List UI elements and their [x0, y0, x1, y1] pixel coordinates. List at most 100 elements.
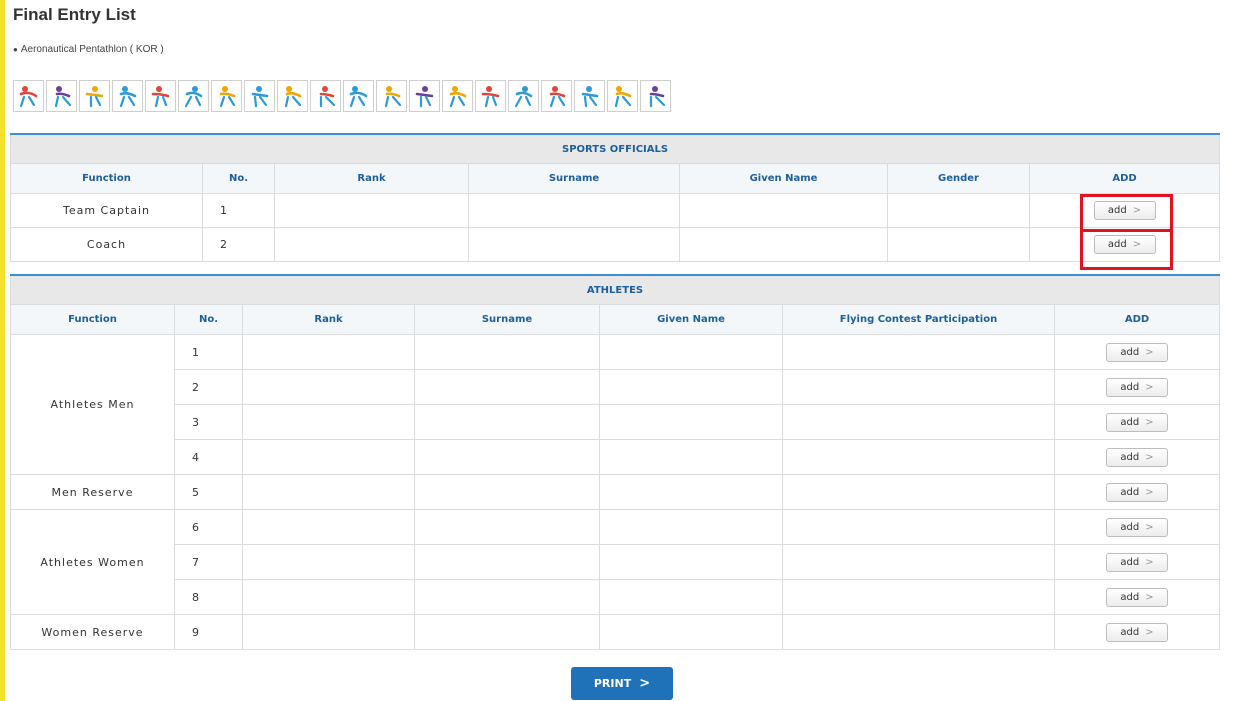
print-button[interactable]: PRINT >: [571, 667, 673, 700]
sport-icon-tile[interactable]: [343, 80, 374, 112]
empty-cell: [414, 439, 600, 475]
empty-cell: [782, 404, 1055, 440]
officials-col-header: Rank: [274, 163, 469, 194]
number-cell: 2: [202, 227, 275, 262]
number-cell: 8: [174, 579, 243, 615]
shooting-icon: [19, 86, 38, 108]
obstacle-icon: [319, 86, 336, 108]
add-cell: add >: [1053, 439, 1221, 475]
function-cell: Women Reserve: [10, 614, 175, 650]
empty-cell: [414, 579, 600, 615]
table-row: Athletes Men 1 add >: [10, 334, 1221, 475]
cycling-icon: [119, 86, 137, 108]
function-cell: Coach: [10, 227, 203, 262]
empty-cell: [599, 439, 783, 475]
empty-cell: [679, 193, 888, 228]
empty-cell: [468, 227, 680, 262]
sport-icon-tile[interactable]: [442, 80, 473, 112]
sport-icon-tile[interactable]: [178, 80, 209, 112]
sport-icon-tile[interactable]: [112, 80, 143, 112]
sport-icon-tile[interactable]: [475, 80, 506, 112]
add-cell: add >: [1053, 614, 1221, 650]
officials-col-header: Gender: [887, 163, 1030, 194]
empty-cell: [414, 369, 600, 405]
empty-cell: [274, 227, 469, 262]
empty-cell: [468, 193, 680, 228]
sport-icon-tile[interactable]: [607, 80, 638, 112]
swimming-icon: [251, 86, 269, 108]
sport-icon-tile[interactable]: [277, 80, 308, 112]
empty-cell: [242, 614, 415, 650]
sport-icon-tile[interactable]: [574, 80, 605, 112]
empty-cell: [782, 334, 1055, 370]
sport-icon-tile[interactable]: [409, 80, 440, 112]
add-button[interactable]: add >: [1106, 622, 1168, 642]
add-button[interactable]: add >: [1106, 377, 1168, 397]
sport-icon-tile[interactable]: [640, 80, 671, 112]
sport-icon-tile[interactable]: [46, 80, 77, 112]
empty-cell: [782, 369, 1055, 405]
chevron-right-icon: >: [639, 676, 651, 691]
function-cell: Men Reserve: [10, 474, 175, 510]
empty-cell: [679, 227, 888, 262]
sailing-icon: [349, 86, 368, 108]
table-row: Men Reserve 5 add >: [10, 474, 1221, 510]
empty-cell: [242, 334, 415, 370]
officials-col-header: No.: [202, 163, 275, 194]
sport-icon-tile[interactable]: [244, 80, 275, 112]
sports-officials-table: SPORTS OFFICIALS Function No. Rank Surname G…: [9, 133, 1221, 262]
volleyball-icon: [449, 86, 467, 108]
sport-icon-strip: [13, 80, 673, 114]
add-button[interactable]: add >: [1106, 587, 1168, 607]
add-button[interactable]: add >: [1106, 552, 1168, 572]
officials-col-header: Surname: [468, 163, 680, 194]
rowing-icon: [514, 86, 533, 108]
number-cell: 4: [174, 439, 243, 475]
table-row: Athletes Women 6 add >: [10, 509, 1221, 615]
add-button[interactable]: add >: [1106, 412, 1168, 432]
add-button-label: add: [1120, 556, 1140, 568]
sport-icon-tile[interactable]: [310, 80, 341, 112]
add-button-label: add: [1120, 626, 1140, 638]
sport-icon-tile[interactable]: [145, 80, 176, 112]
empty-cell: [242, 544, 415, 580]
athletes-col-header: Given Name: [599, 304, 783, 335]
fencing-icon: [54, 86, 72, 108]
empty-cell: [782, 614, 1055, 650]
wrestling-icon: [481, 86, 500, 108]
add-button[interactable]: add >: [1106, 482, 1168, 502]
empty-cell: [599, 509, 783, 545]
empty-cell: [242, 439, 415, 475]
empty-cell: [782, 544, 1055, 580]
sport-icon-tile[interactable]: [211, 80, 242, 112]
empty-cell: [242, 509, 415, 545]
add-cell: add >: [1053, 474, 1221, 510]
empty-cell: [274, 193, 469, 228]
add-button-label: add: [1120, 521, 1140, 533]
number-cell: 7: [174, 544, 243, 580]
chevron-right-icon: >: [1145, 591, 1154, 603]
sport-icon-tile[interactable]: [376, 80, 407, 112]
empty-cell: [599, 614, 783, 650]
empty-cell: [782, 439, 1055, 475]
add-button[interactable]: add >: [1106, 447, 1168, 467]
empty-cell: [599, 404, 783, 440]
add-button[interactable]: add >: [1106, 517, 1168, 537]
empty-cell: [599, 474, 783, 510]
empty-cell: [887, 227, 1030, 262]
sport-icon-tile[interactable]: [13, 80, 44, 112]
empty-cell: [414, 509, 600, 545]
table-row: 8 add >: [11, 579, 1221, 615]
table-row: Coach 2 add >: [10, 227, 1221, 262]
sport-icon-tile[interactable]: [508, 80, 539, 112]
sport-icon-tile[interactable]: [541, 80, 572, 112]
sport-icon-tile[interactable]: [79, 80, 110, 112]
print-label: PRINT: [593, 677, 632, 690]
athletes-col-header: Function: [10, 304, 175, 335]
sports-officials-heading: SPORTS OFFICIALS: [9, 133, 1221, 164]
event-subtitle: ● Aeronautical Pentathlon ( KOR ): [13, 44, 164, 55]
function-cell: Athletes Men: [10, 334, 175, 475]
add-button[interactable]: add >: [1106, 342, 1168, 362]
gymnastics-icon: [184, 86, 203, 108]
add-button-label: add: [1120, 591, 1140, 603]
